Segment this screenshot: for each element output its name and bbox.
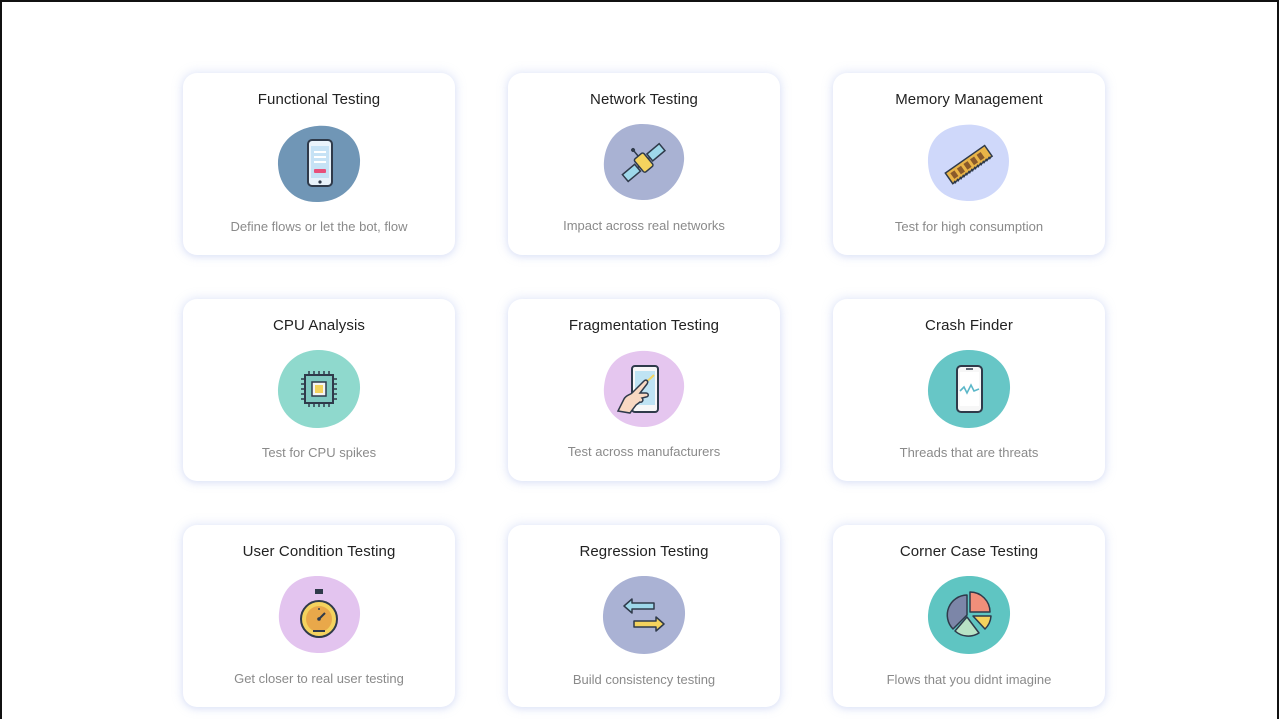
- card-title: Memory Management: [895, 91, 1043, 108]
- card-corner-case-testing[interactable]: Corner Case Testing Flows that you didnt…: [833, 525, 1105, 707]
- card-title: Fragmentation Testing: [568, 317, 720, 334]
- card-title: Network Testing: [590, 91, 698, 108]
- card-functional-testing[interactable]: Functional Testing Define flows or let t…: [183, 73, 455, 255]
- card-title: Functional Testing: [257, 91, 381, 108]
- card-title: CPU Analysis: [272, 317, 366, 334]
- card-description: Build consistency testing: [572, 672, 716, 687]
- icon-blob: [927, 575, 1011, 654]
- card-description: Test for high consumption: [894, 219, 1044, 234]
- card-title: Regression Testing: [579, 543, 709, 560]
- card-description: Impact across real networks: [563, 218, 725, 233]
- card-cpu-analysis[interactable]: CPU Analysis Test for CPU spikes: [183, 299, 455, 481]
- hand-touch-phone-icon: [602, 349, 686, 429]
- ram-chip-icon: [927, 123, 1011, 203]
- card-regression-testing[interactable]: Regression Testing Build consistency tes…: [508, 525, 780, 707]
- card-description: Threads that are threats: [899, 445, 1039, 460]
- card-memory-management[interactable]: Memory Management Test for high consumpt…: [833, 73, 1105, 255]
- card-crash-finder[interactable]: Crash Finder Threads that are threats: [833, 299, 1105, 481]
- card-description: Flows that you didnt imagine: [886, 672, 1052, 687]
- stopwatch-icon: [277, 575, 361, 655]
- card-network-testing[interactable]: Network Testing Impact across real netwo…: [508, 73, 780, 255]
- card-title: Corner Case Testing: [899, 543, 1039, 560]
- card-user-condition-testing[interactable]: User Condition Testing Get closer to rea…: [183, 525, 455, 707]
- satellite-icon: [602, 123, 686, 203]
- swap-arrows-icon: [602, 575, 686, 655]
- card-fragmentation-testing[interactable]: Fragmentation Testing Test across manufa…: [508, 299, 780, 481]
- card-description: Test across manufacturers: [567, 444, 721, 459]
- card-title: User Condition Testing: [242, 543, 396, 560]
- card-description: Test for CPU spikes: [261, 445, 377, 460]
- card-description: Define flows or let the bot, flow: [230, 219, 408, 234]
- icon-blob: [602, 575, 686, 654]
- pie-chart-icon: [927, 575, 1011, 655]
- cpu-chip-icon: [277, 349, 361, 429]
- card-title: Crash Finder: [925, 317, 1013, 334]
- smartphone-icon: [277, 123, 361, 203]
- phone-pulse-icon: [927, 349, 1011, 429]
- card-description: Get closer to real user testing: [234, 671, 404, 686]
